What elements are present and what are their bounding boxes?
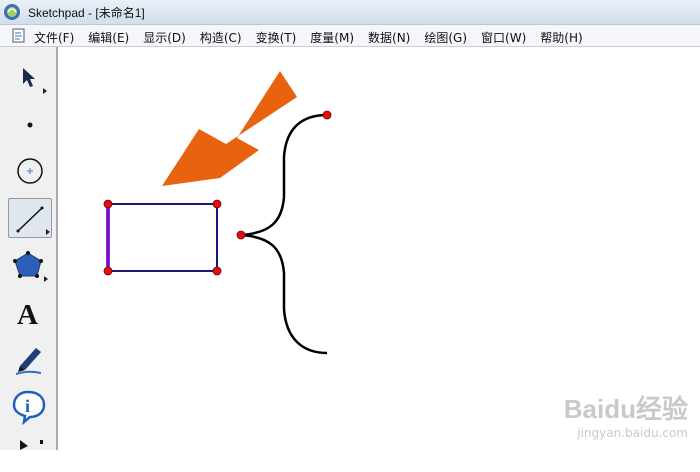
menu-measure[interactable]: 度量(M): [310, 27, 354, 48]
point-tool[interactable]: [8, 105, 52, 145]
straightedge-tool[interactable]: [8, 198, 52, 238]
arrow-icon: [23, 68, 47, 94]
baidu-watermark: Baidu经验 jingyan.baidu.com: [564, 389, 688, 440]
arrow-select-tool[interactable]: [8, 57, 52, 97]
point-icon: [27, 122, 33, 128]
marker-tool[interactable]: [8, 339, 52, 379]
menu-file[interactable]: 文件(F): [34, 27, 74, 48]
title-bar: Sketchpad - [未命名1]: [0, 0, 700, 25]
menu-graph[interactable]: 绘图(G): [424, 27, 467, 48]
rectangle-shape[interactable]: [103, 199, 222, 276]
toolbox: A i: [0, 47, 58, 450]
segment-icon: [16, 206, 50, 235]
menu-bar: 文件(F) 编辑(E) 显示(D) 构造(C) 变换(T) 度量(M) 数据(N…: [0, 25, 700, 47]
point-brace-tip: [236, 230, 246, 240]
svg-text:i: i: [25, 396, 30, 416]
compass-tool[interactable]: [8, 151, 52, 191]
circle-icon: [17, 158, 43, 184]
document-icon[interactable]: [12, 28, 26, 43]
menu-transform[interactable]: 变换(T): [256, 27, 297, 48]
point-bottom-right: [212, 266, 222, 276]
watermark-logo: Baidu经验: [563, 394, 688, 424]
text-tool-glyph: A: [17, 299, 38, 331]
pentagon-icon: [13, 251, 48, 282]
menu-display[interactable]: 显示(D): [143, 27, 186, 48]
menu-window[interactable]: 窗口(W): [481, 27, 526, 48]
text-tool[interactable]: A: [8, 293, 52, 333]
custom-tool-icon: [20, 440, 43, 450]
custom-tool[interactable]: [8, 432, 52, 472]
point-top-right: [212, 199, 222, 209]
menu-number[interactable]: 数据(N): [368, 27, 410, 48]
menu-items: 文件(F) 编辑(E) 显示(D) 构造(C) 变换(T) 度量(M) 数据(N…: [34, 27, 597, 48]
info-icon: i: [12, 390, 46, 426]
menu-help[interactable]: 帮助(H): [540, 27, 582, 48]
menu-edit[interactable]: 编辑(E): [88, 27, 129, 48]
information-tool[interactable]: i: [8, 386, 52, 426]
point-bottom-left: [103, 266, 113, 276]
menu-construct[interactable]: 构造(C): [200, 27, 242, 48]
point-top-left: [103, 199, 113, 209]
polygon-tool[interactable]: [8, 246, 52, 286]
marker-pen-icon: [15, 348, 42, 375]
watermark-site: jingyan.baidu.com: [577, 426, 688, 440]
orange-arrow-annotation: [162, 71, 297, 186]
window-title: Sketchpad - [未命名1]: [28, 6, 145, 20]
text-a-icon: A: [17, 299, 38, 331]
sketchpad-logo-icon: [4, 4, 20, 20]
point-brace-top: [322, 110, 332, 120]
